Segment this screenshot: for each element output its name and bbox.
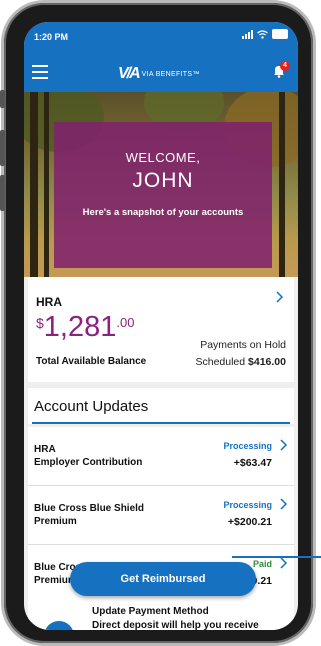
- update-status: Paid: [252, 559, 272, 569]
- via-benefits-logo: V/A VIA BENEFITS™: [118, 65, 200, 83]
- logo-mark: V/A: [118, 65, 141, 82]
- get-reimbursed-button[interactable]: Get Reimbursed: [70, 562, 256, 596]
- update-amount: +$200.21: [227, 516, 272, 528]
- update-name-line2: Employer Contribution: [34, 457, 143, 468]
- balance-cents: .00: [116, 315, 135, 330]
- chevron-right-icon[interactable]: [280, 557, 288, 569]
- update-name-line1: Blue Cross Blue Shield: [34, 503, 145, 514]
- balance-whole: 1,281: [43, 311, 117, 343]
- chevron-right-icon[interactable]: [280, 498, 288, 510]
- status-icons: [242, 29, 288, 39]
- update-status: Processing: [223, 500, 272, 510]
- phone-volume-up: [0, 130, 5, 166]
- hra-balance-amount: $1,281.00: [36, 311, 134, 344]
- update-name-line1: HRA: [34, 444, 56, 455]
- user-name: JOHN: [132, 169, 194, 192]
- chevron-right-icon[interactable]: [276, 291, 284, 303]
- payment-card-title: Update Payment Method: [92, 606, 209, 617]
- phone-mute-switch: [0, 90, 5, 108]
- hero-tree: [30, 92, 38, 277]
- welcome-box: WELCOME, JOHN Here's a snapshot of your …: [54, 122, 272, 268]
- update-row[interactable]: HRA Employer Contribution Processing +$6…: [28, 427, 294, 486]
- update-amount: +$63.47: [233, 457, 272, 469]
- balance-label: Total Available Balance: [36, 356, 147, 367]
- account-updates-header: Account Updates: [28, 388, 294, 424]
- status-time: 1:20 PM: [34, 32, 69, 42]
- scheduled-label: Scheduled: [195, 356, 246, 368]
- header-underline: [32, 422, 290, 424]
- status-bar: 1:20 PM: [24, 22, 298, 52]
- logo-text: VIA BENEFITS™: [141, 70, 200, 78]
- update-status: Processing: [223, 441, 272, 451]
- chevron-right-icon[interactable]: [280, 439, 288, 451]
- app-screen: 1:20 PM V/A VIA BENEFITS™ 4 WELCOME, JOH…: [24, 22, 298, 630]
- top-nav: V/A VIA BENEFITS™ 4: [24, 52, 298, 92]
- payment-method-icon: [44, 621, 74, 630]
- menu-icon[interactable]: [32, 65, 48, 83]
- hra-account-card[interactable]: HRA $1,281.00 Total Available Balance Pa…: [28, 277, 294, 382]
- currency-symbol: $: [36, 315, 44, 331]
- update-row[interactable]: Blue Cross Blue Shield Premium Processin…: [28, 486, 294, 545]
- battery-icon: [272, 29, 288, 39]
- welcome-hero: WELCOME, JOHN Here's a snapshot of your …: [24, 92, 298, 277]
- hra-card-title: HRA: [36, 295, 62, 309]
- payments-on-hold-label: Payments on Hold: [200, 339, 286, 351]
- scheduled-amount: $416.00: [248, 356, 286, 368]
- update-name: HRA Employer Contribution: [34, 443, 142, 469]
- wifi-icon: [257, 29, 268, 39]
- scheduled-payments: Scheduled $416.00: [195, 356, 286, 368]
- hero-tree: [44, 92, 49, 277]
- update-name-line2: Premium: [34, 516, 77, 527]
- update-payment-card[interactable]: Update Payment Method Direct deposit wil…: [28, 593, 294, 630]
- signal-icon: [242, 29, 253, 39]
- payment-card-text: Direct deposit will help you receive: [92, 620, 259, 630]
- account-updates-title: Account Updates: [34, 398, 149, 415]
- callout-pointer-line: [232, 556, 321, 558]
- welcome-subtitle: Here's a snapshot of your accounts: [82, 207, 244, 218]
- phone-volume-down: [0, 175, 5, 211]
- notification-badge: 4: [280, 61, 290, 71]
- hero-tree: [279, 92, 285, 277]
- welcome-heading: WELCOME,: [125, 150, 201, 165]
- update-name: Blue Cross Blue Shield Premium: [34, 502, 144, 528]
